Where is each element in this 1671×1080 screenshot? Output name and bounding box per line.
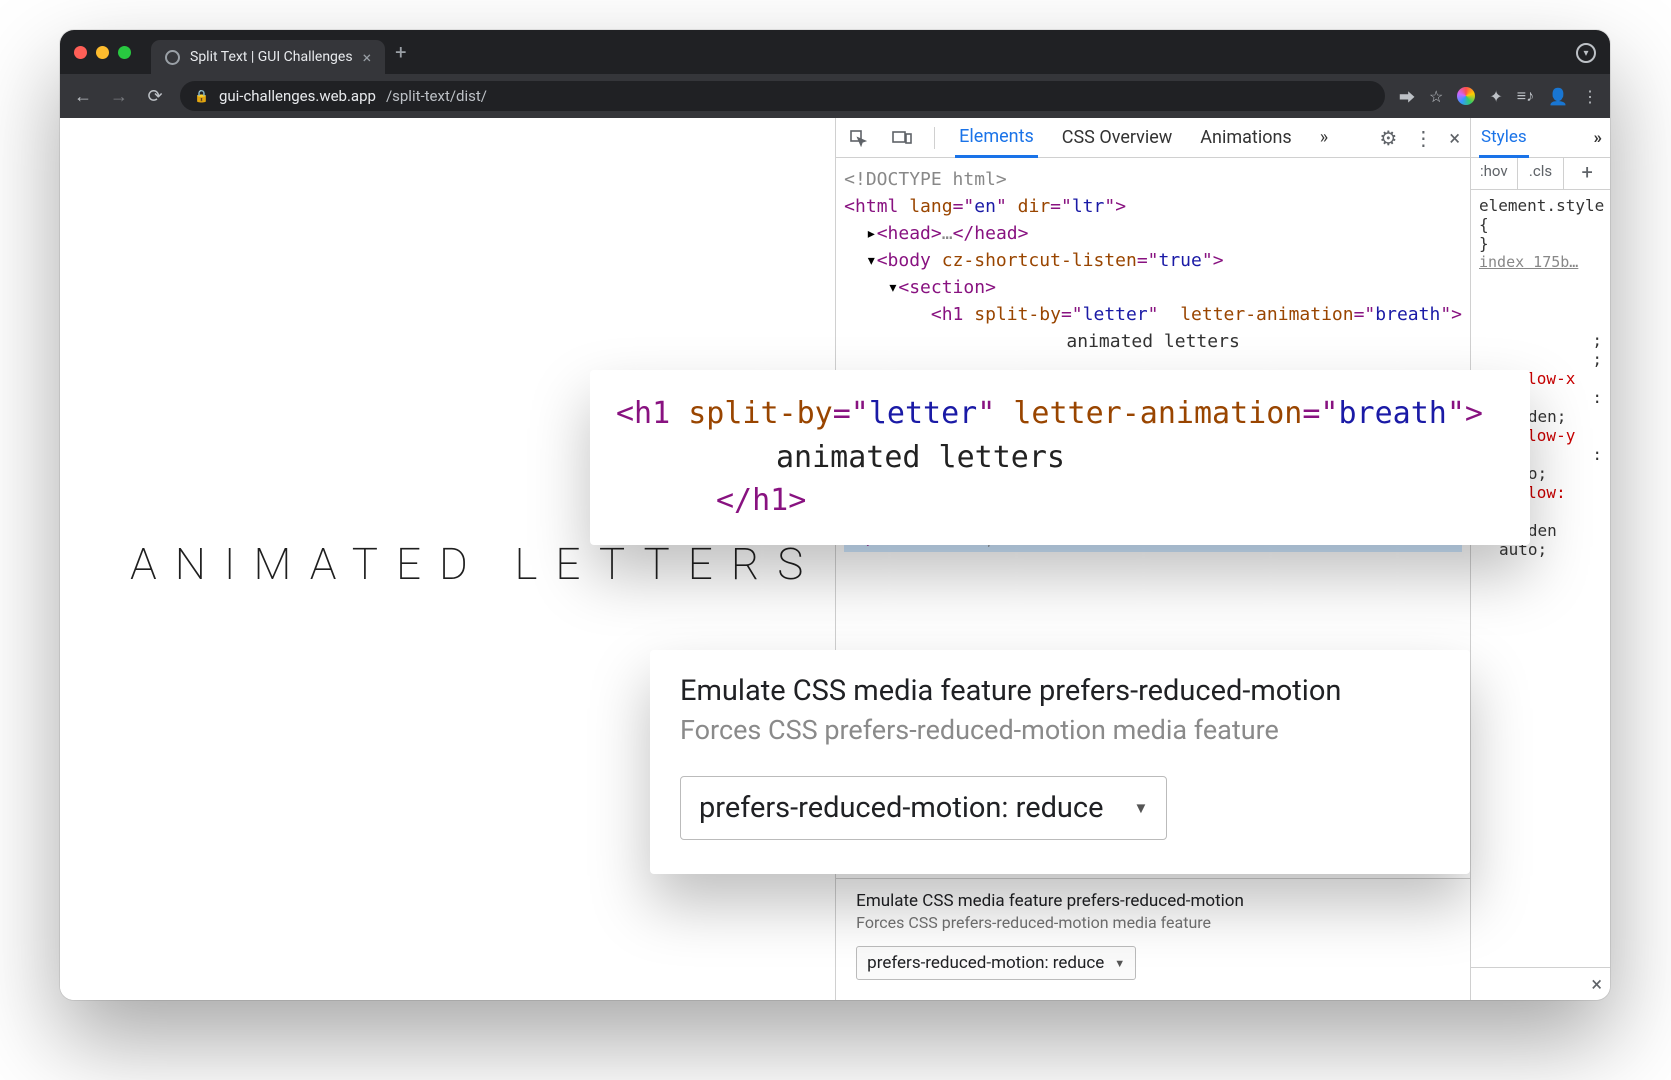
callout-rendering: Emulate CSS media feature prefers-reduce…	[650, 650, 1470, 874]
styles-hov-toggle[interactable]: :hov	[1471, 158, 1517, 189]
rendering-desc: Forces CSS prefers-reduced-motion media …	[856, 913, 1450, 932]
translate-icon[interactable]: ⮕	[1399, 84, 1415, 108]
minimize-window-button[interactable]	[96, 46, 109, 59]
tab-bar: Split Text | GUI Challenges × + ▾	[60, 30, 1610, 74]
devtools-kebab-icon[interactable]: ⋮	[1413, 126, 1433, 150]
dom-h1-text[interactable]: animated letters	[844, 328, 1462, 355]
styles-tab-label[interactable]: Styles	[1479, 119, 1529, 158]
styles-more-button[interactable]: »	[1594, 128, 1603, 148]
url-bar[interactable]: 🔒 gui-challenges.web.app/split-text/dist…	[180, 81, 1385, 111]
reading-list-icon[interactable]: ≡♪	[1517, 86, 1534, 106]
inspect-element-icon[interactable]	[846, 126, 870, 150]
styles-body[interactable]: element.style { } index 175b… ; ; overfl…	[1471, 190, 1610, 967]
profile-avatar-icon[interactable]: 👤	[1548, 87, 1568, 106]
styles-add-rule-button[interactable]: +	[1563, 158, 1610, 189]
styles-element-style: element.style {	[1479, 196, 1602, 234]
window-controls	[74, 46, 131, 59]
dom-section-open[interactable]: ▾<section>	[844, 274, 1462, 301]
browser-tab[interactable]: Split Text | GUI Challenges ×	[151, 40, 385, 74]
tab-more[interactable]: »	[1316, 119, 1332, 156]
styles-tabs: Styles »	[1471, 118, 1610, 158]
toolbar-icons: ⮕ ☆ ✦ ≡♪ 👤 ⋮	[1399, 84, 1598, 108]
bookmark-star-icon[interactable]: ☆	[1429, 87, 1443, 106]
callout-rendering-select[interactable]: prefers-reduced-motion: reduce ▼	[680, 776, 1167, 840]
styles-filter-row: :hov .cls +	[1471, 158, 1610, 190]
dom-html-open[interactable]: <html lang="en" dir="ltr">	[844, 193, 1462, 220]
tab-close-button[interactable]: ×	[363, 48, 372, 67]
tab-animations[interactable]: Animations	[1196, 119, 1295, 156]
chevron-down-icon: ▼	[1133, 799, 1148, 817]
tab-elements[interactable]: Elements	[955, 118, 1038, 158]
tabbar-right: ▾	[1576, 41, 1596, 64]
address-bar: ← → ⟳ 🔒 gui-challenges.web.app/split-tex…	[60, 74, 1610, 118]
callout-code-close: </h1>	[616, 479, 1504, 523]
url-path: /split-text/dist/	[386, 87, 487, 105]
maximize-window-button[interactable]	[118, 46, 131, 59]
toolbar-separator	[934, 127, 935, 149]
settings-gear-icon[interactable]: ⚙	[1379, 126, 1397, 150]
page-heading: ANIMATED LETTERS	[130, 538, 821, 590]
forward-button[interactable]: →	[108, 86, 130, 107]
rendering-title: Emulate CSS media feature prefers-reduce…	[856, 891, 1450, 911]
reload-button[interactable]: ⟳	[144, 86, 166, 107]
extensions-puzzle-icon[interactable]: ✦	[1489, 87, 1502, 106]
tab-favicon	[165, 50, 180, 65]
devtools-close-icon[interactable]: ×	[1449, 126, 1460, 150]
lock-icon: 🔒	[194, 89, 209, 103]
chrome-menu-button[interactable]: ⋮	[1582, 87, 1598, 106]
styles-cls-toggle[interactable]: .cls	[1517, 158, 1564, 189]
styles-pane-close[interactable]: ×	[1471, 967, 1610, 1000]
dom-body-open[interactable]: ▾<body cz-shortcut-listen="true">	[844, 247, 1462, 274]
tab-title: Split Text | GUI Challenges	[190, 49, 353, 65]
tab-css-overview[interactable]: CSS Overview	[1058, 119, 1177, 156]
callout-code-text: animated letters	[616, 436, 1504, 480]
rendering-panel: Emulate CSS media feature prefers-reduce…	[836, 878, 1470, 1000]
styles-rule-file[interactable]: index 175b…	[1479, 253, 1602, 271]
callout-code-snippet: <h1 split-by="letter" letter-animation="…	[590, 370, 1530, 545]
callout-rendering-title: Emulate CSS media feature prefers-reduce…	[680, 674, 1440, 708]
callout-rendering-select-value: prefers-reduced-motion: reduce	[699, 791, 1103, 825]
back-button[interactable]: ←	[72, 86, 94, 107]
rendering-select[interactable]: prefers-reduced-motion: reduce ▼	[856, 946, 1136, 980]
callout-code-line-1: <h1 split-by="letter" letter-animation="…	[616, 392, 1504, 436]
dom-head[interactable]: ▸<head>…</head>	[844, 220, 1462, 247]
styles-panel: Styles » :hov .cls + element.style { } i…	[1470, 118, 1610, 1000]
chevron-down-icon: ▼	[1114, 957, 1125, 970]
rendering-select-value: prefers-reduced-motion: reduce	[867, 953, 1104, 973]
styles-brace-close: }	[1479, 234, 1602, 253]
new-tab-button[interactable]: +	[395, 40, 406, 64]
device-toolbar-icon[interactable]	[890, 126, 914, 150]
devtools-toolbar: Elements CSS Overview Animations » ⚙ ⋮ ×	[836, 118, 1470, 158]
url-host: gui-challenges.web.app	[219, 87, 376, 105]
browser-window: Split Text | GUI Challenges × + ▾ ← → ⟳ …	[60, 30, 1610, 1000]
dom-h1[interactable]: <h1 split-by="letter" letter-animation="…	[844, 301, 1462, 328]
profile-button[interactable]: ▾	[1576, 43, 1596, 63]
dom-doctype[interactable]: <!DOCTYPE html>	[844, 166, 1462, 193]
callout-rendering-desc: Forces CSS prefers-reduced-motion media …	[680, 714, 1440, 746]
close-window-button[interactable]	[74, 46, 87, 59]
extension-color-icon[interactable]	[1457, 87, 1475, 105]
